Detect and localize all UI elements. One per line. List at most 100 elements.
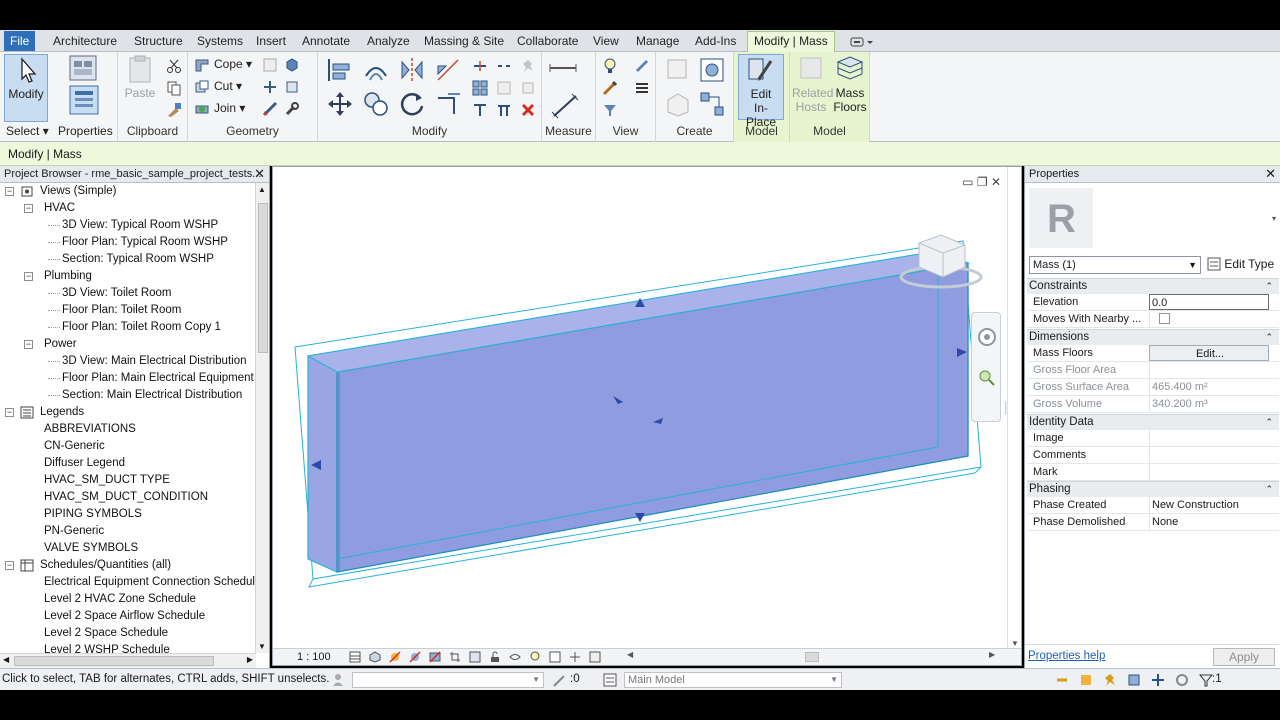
select-links-icon[interactable]: [1054, 672, 1070, 688]
unpin-icon[interactable]: [520, 80, 536, 96]
tree-item[interactable]: Plumbing: [44, 268, 92, 285]
close-icon[interactable]: ✕: [254, 166, 265, 182]
tab-manage[interactable]: Manage: [630, 33, 685, 51]
tree-item[interactable]: CN-Generic: [44, 438, 105, 455]
tree-item[interactable]: Views (Simple): [40, 183, 116, 200]
dimension-icon[interactable]: [550, 92, 582, 120]
collapse-toggle-icon[interactable]: −: [5, 561, 14, 570]
scale-icon[interactable]: [496, 80, 512, 96]
tree-item[interactable]: Floor Plan: Main Electrical Equipment F: [62, 370, 256, 387]
cut-scissors-icon[interactable]: [166, 58, 182, 74]
steering-wheel-icon[interactable]: [977, 327, 997, 347]
vscroll-thumb[interactable]: [258, 203, 268, 353]
tab-architecture[interactable]: Architecture: [47, 33, 123, 51]
tree-item[interactable]: PN-Generic: [44, 523, 104, 540]
create-similar-icon[interactable]: [664, 56, 692, 84]
collapse-icon[interactable]: ⌃: [1265, 330, 1273, 345]
tree-item[interactable]: Level 2 HVAC Zone Schedule: [44, 591, 196, 608]
tab-massing-site[interactable]: Massing & Site: [418, 33, 510, 51]
tab-file[interactable]: File: [4, 31, 36, 51]
collapse-icon[interactable]: ⌃: [1265, 482, 1273, 497]
tree-item[interactable]: 3D View: Typical Room WSHP: [62, 217, 218, 234]
split-icon[interactable]: [472, 58, 488, 74]
tab-collaborate[interactable]: Collaborate: [511, 33, 584, 51]
tree-item[interactable]: Legends: [40, 404, 84, 421]
mark-field[interactable]: [1149, 464, 1269, 480]
tree-item[interactable]: Level 2 WSHP Schedule: [44, 642, 170, 653]
wall-joins-icon[interactable]: [262, 57, 278, 73]
group-identity-data[interactable]: Identity Data ⌃: [1027, 414, 1279, 430]
design-options-icon[interactable]: [602, 672, 618, 688]
tree-item[interactable]: HVAC_SM_DUCT TYPE: [44, 472, 170, 489]
tab-systems[interactable]: Systems: [191, 33, 249, 51]
viewport-hscroll-thumb[interactable]: [805, 652, 819, 662]
tree-item[interactable]: Diffuser Legend: [44, 455, 125, 472]
worksets-icon[interactable]: [330, 672, 346, 688]
close-icon[interactable]: ✕: [1265, 166, 1276, 182]
elevation-input[interactable]: 0.0: [1149, 294, 1269, 310]
render-icon[interactable]: [429, 651, 441, 663]
select-pinned-icon[interactable]: [1102, 672, 1118, 688]
create-assembly-icon[interactable]: [698, 90, 726, 118]
tree-item[interactable]: HVAC: [44, 200, 75, 217]
override-graphics-icon[interactable]: [634, 58, 650, 74]
design-option-dropdown[interactable]: Main Model ▼: [624, 672, 842, 688]
project-browser-vscroll[interactable]: ▲ ▼: [255, 183, 269, 653]
viewport-scroll-down-icon[interactable]: ▼: [1011, 639, 1019, 648]
paint-icon[interactable]: [284, 57, 300, 73]
demolish-icon[interactable]: [284, 79, 300, 95]
group-dimensions[interactable]: Dimensions ⌃: [1027, 329, 1279, 345]
ruler-icon[interactable]: [262, 101, 278, 117]
tree-item[interactable]: Floor Plan: Toilet Room: [62, 302, 181, 319]
background-process-icon[interactable]: [1174, 672, 1190, 688]
mirror-draw-icon[interactable]: [434, 56, 462, 84]
tree-item[interactable]: Floor Plan: Typical Room WSHP: [62, 234, 228, 251]
mass-model-canvas[interactable]: [273, 167, 1021, 649]
tree-item[interactable]: 3D View: Main Electrical Distribution: [62, 353, 247, 370]
collapse-toggle-icon[interactable]: −: [5, 187, 14, 196]
tree-item[interactable]: HVAC_SM_DUCT_CONDITION: [44, 489, 208, 506]
collapse-toggle-icon[interactable]: −: [24, 340, 33, 349]
properties-help-link[interactable]: Properties help: [1028, 650, 1105, 662]
related-hosts-button[interactable]: Related Hosts: [792, 54, 833, 120]
linework-brush-icon[interactable]: [602, 80, 618, 96]
mass-floors-button[interactable]: Mass Floors: [832, 54, 868, 120]
trim-extend-icon[interactable]: [472, 102, 488, 118]
tree-item[interactable]: Section: Main Electrical Distribution: [62, 387, 242, 404]
scroll-right-icon[interactable]: ▶: [247, 655, 253, 664]
detail-level-icon[interactable]: [349, 651, 361, 663]
tab-view[interactable]: View: [587, 33, 625, 51]
3d-viewport[interactable]: ▭ ❐ ✕ ▼ 1: 100 ◀ ▶: [272, 166, 1022, 666]
tree-item[interactable]: VALVE SYMBOLS: [44, 540, 138, 557]
image-field[interactable]: [1149, 430, 1269, 446]
tab-modify-mass[interactable]: Modify | Mass: [747, 31, 835, 52]
linework-lines-icon[interactable]: [634, 80, 650, 96]
phase-created-select[interactable]: New Construction: [1149, 497, 1269, 513]
select-underlay-icon[interactable]: [1078, 672, 1094, 688]
mass-floors-edit-button[interactable]: Edit...: [1149, 345, 1269, 361]
tab-structure[interactable]: Structure: [128, 33, 189, 51]
editing-requests-icon[interactable]: [552, 672, 568, 688]
tab-analyze[interactable]: Analyze: [361, 33, 416, 51]
offset-icon[interactable]: [362, 56, 390, 84]
sun-path-icon[interactable]: [389, 651, 401, 663]
match-properties-icon[interactable]: [166, 102, 182, 118]
select-by-face-icon[interactable]: [1126, 672, 1142, 688]
tree-item[interactable]: Level 2 Space Schedule: [44, 625, 168, 642]
hscroll-thumb[interactable]: [14, 656, 214, 666]
tree-item[interactable]: 3D View: Toilet Room: [62, 285, 172, 302]
workset-dropdown[interactable]: ▼: [352, 672, 544, 688]
temporary-hide-icon[interactable]: [509, 651, 521, 663]
tab-insert[interactable]: Insert: [250, 33, 292, 51]
move-icon[interactable]: [326, 90, 354, 118]
create-group-icon[interactable]: [698, 56, 726, 84]
group-constraints[interactable]: Constraints ⌃: [1027, 278, 1279, 294]
select-dropdown[interactable]: Select ▾: [6, 123, 49, 139]
trim-icon[interactable]: [434, 90, 462, 118]
scroll-down-icon[interactable]: ▼: [258, 642, 266, 651]
project-browser-hscroll[interactable]: ◀ ▶: [0, 653, 256, 668]
collapse-toggle-icon[interactable]: −: [24, 272, 33, 281]
measure-icon[interactable]: [548, 60, 582, 76]
unlocked-3d-icon[interactable]: [489, 651, 501, 663]
navigation-bar[interactable]: [971, 312, 1001, 422]
